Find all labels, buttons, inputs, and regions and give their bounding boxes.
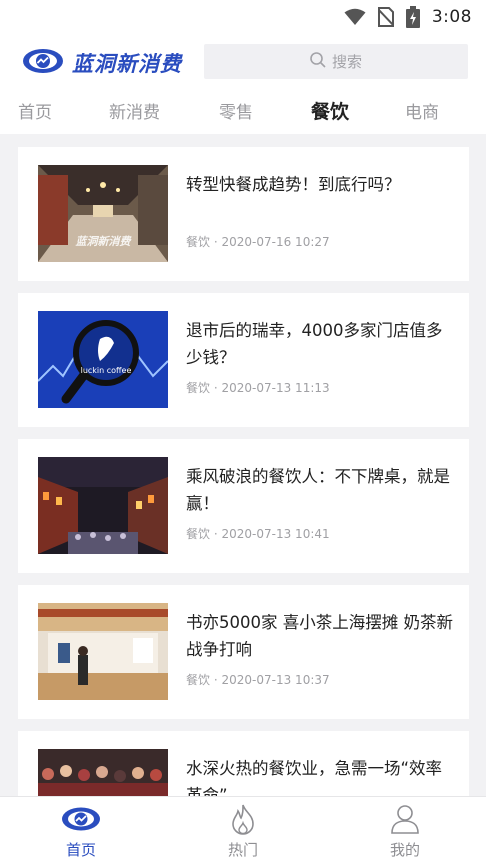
- no-sim-icon: [377, 7, 394, 27]
- logo-text: 蓝洞新消费: [72, 52, 182, 76]
- article-meta: 餐饮 · 2020-07-13 10:37: [186, 673, 330, 687]
- search-icon: [310, 51, 326, 72]
- bottom-navigation: 首页 热门 我的: [0, 796, 486, 864]
- search-placeholder: 搜索: [331, 53, 362, 71]
- category-tabs: 首页 新消费 零售 餐饮 电商: [0, 90, 486, 134]
- nav-mine[interactable]: 我的: [365, 803, 445, 860]
- article-title[interactable]: 转型快餐成趋势！到底行吗？: [186, 171, 454, 198]
- article-thumbnail: [38, 603, 168, 700]
- nav-home[interactable]: 首页: [41, 803, 121, 860]
- tab-ecommerce[interactable]: 电商: [405, 98, 439, 123]
- article-title[interactable]: 退市后的瑞幸，4000多家门店值多少钱？: [186, 317, 454, 371]
- thumbnail-watermark: 蓝洞新消费: [76, 235, 133, 248]
- nav-hot-label: 热门: [227, 841, 258, 859]
- article-thumbnail: [38, 457, 168, 554]
- article-card[interactable]: 水深火热的餐饮业，急需一场“效率革命”: [18, 731, 469, 796]
- article-card[interactable]: 乘风破浪的餐饮人：不下牌桌，就是赢！ 餐饮 · 2020-07-13 10:41: [18, 439, 469, 573]
- tab-new-consumption[interactable]: 新消费: [109, 98, 160, 123]
- tab-retail[interactable]: 零售: [219, 98, 253, 123]
- article-card[interactable]: 书亦5000家 喜小茶上海摆摊 奶茶新战争打响 餐饮 · 2020-07-13 …: [18, 585, 469, 719]
- battery-charging-icon: [405, 6, 420, 28]
- eye-logo-icon: [22, 48, 64, 78]
- nav-mine-label: 我的: [389, 841, 420, 859]
- article-meta: 餐饮 · 2020-07-16 10:27: [186, 235, 330, 249]
- article-feed[interactable]: 蓝洞新消费 转型快餐成趋势！到底行吗？ 餐饮 · 2020-07-16 10:2…: [0, 134, 486, 796]
- flame-icon: [203, 803, 283, 835]
- nav-hot[interactable]: 热门: [203, 803, 283, 860]
- article-thumbnail: 蓝洞新消费: [38, 165, 168, 262]
- tab-home[interactable]: 首页: [18, 98, 52, 123]
- thumbnail-brand-text: luckin coffee: [81, 366, 132, 375]
- eye-logo-icon: [41, 803, 121, 835]
- article-thumbnail: [38, 749, 168, 796]
- article-meta: 餐饮 · 2020-07-13 10:41: [186, 527, 330, 541]
- status-bar: 3:08: [0, 0, 486, 34]
- article-thumbnail: luckin coffee: [38, 311, 168, 408]
- article-card[interactable]: luckin coffee 退市后的瑞幸，4000多家门店值多少钱？ 餐饮 · …: [18, 293, 469, 427]
- wifi-icon: [344, 8, 366, 26]
- article-title[interactable]: 乘风破浪的餐饮人：不下牌桌，就是赢！: [186, 463, 454, 517]
- app-header: 蓝洞新消费 搜索: [0, 34, 486, 90]
- tab-catering[interactable]: 餐饮: [311, 97, 349, 124]
- search-input[interactable]: 搜索: [204, 44, 468, 79]
- article-title[interactable]: 书亦5000家 喜小茶上海摆摊 奶茶新战争打响: [186, 609, 454, 663]
- app-logo[interactable]: 蓝洞新消费: [22, 48, 182, 78]
- article-title[interactable]: 水深火热的餐饮业，急需一场“效率革命”: [186, 755, 454, 796]
- article-meta: 餐饮 · 2020-07-13 11:13: [186, 381, 330, 395]
- nav-home-label: 首页: [65, 841, 96, 859]
- user-icon: [365, 803, 445, 835]
- status-time: 3:08: [431, 7, 472, 27]
- article-card[interactable]: 蓝洞新消费 转型快餐成趋势！到底行吗？ 餐饮 · 2020-07-16 10:2…: [18, 147, 469, 281]
